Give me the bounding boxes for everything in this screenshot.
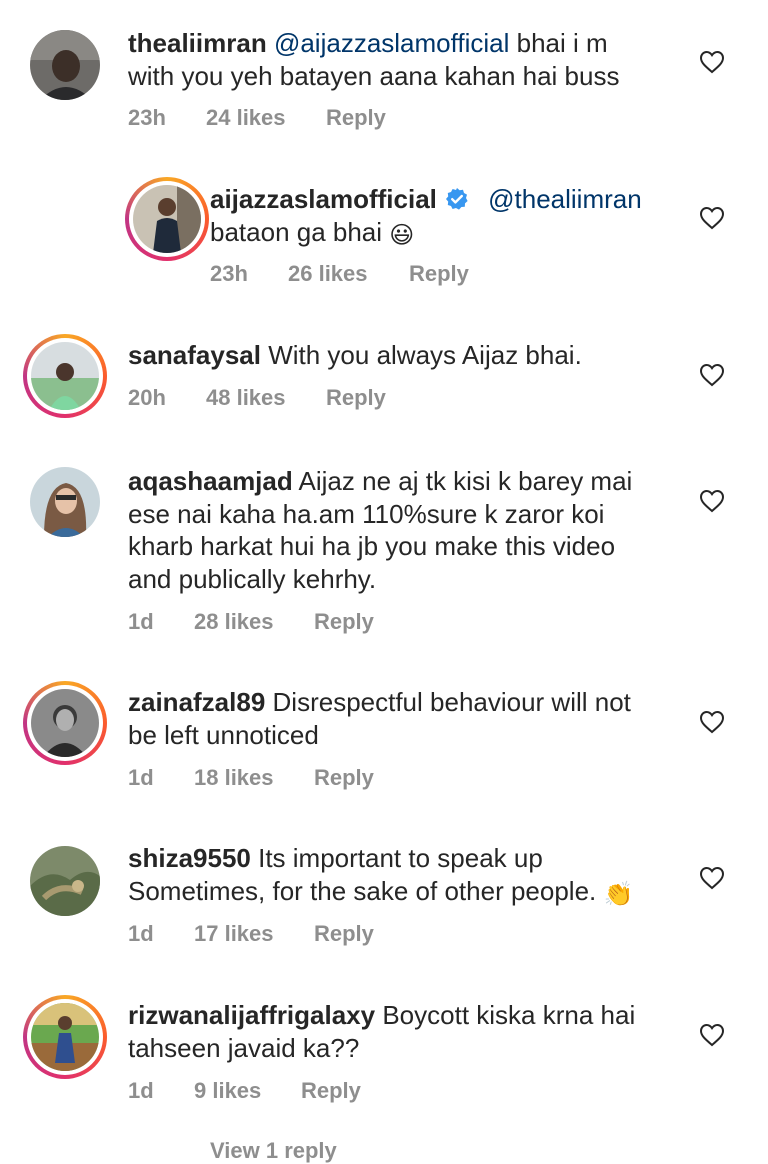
comment-meta: 20h 48 likes Reply <box>128 385 386 411</box>
comment-username[interactable]: rizwanalijaffrigalaxy <box>128 1000 375 1030</box>
comment-text: aijazzaslamofficial @thealiimran bataon … <box>210 183 690 252</box>
comment-time: 20h <box>128 385 166 410</box>
comment-meta: 1d 17 likes Reply <box>128 921 374 947</box>
smile-emoji-icon: 😃 <box>389 221 415 249</box>
reply-button[interactable]: Reply <box>314 609 374 635</box>
avatar[interactable] <box>125 177 209 261</box>
like-count[interactable]: 24 likes <box>206 105 326 131</box>
heart-icon[interactable] <box>699 50 725 74</box>
heart-icon[interactable] <box>699 710 725 734</box>
comment-time: 1d <box>128 609 154 634</box>
comment-body: be left unnoticed <box>128 719 319 750</box>
comment-body: kharb harkat hui ha jb you make this vid… <box>128 531 616 561</box>
comment-text: aqashaamjad Aijaz ne aj tk kisi k barey … <box>128 465 708 595</box>
comment-body: With you always Aijaz bhai. <box>260 340 582 370</box>
comment-body: bhai i m <box>509 28 608 58</box>
comment-meta: 1d 18 likes Reply <box>128 765 374 791</box>
comment-meta: 1d 9 likes Reply <box>128 1078 361 1104</box>
like-count[interactable]: 28 likes <box>194 609 314 635</box>
comment-text: rizwanalijaffrigalaxy Boycott kiska krna… <box>128 999 688 1064</box>
heart-icon[interactable] <box>699 363 725 387</box>
reply-button[interactable]: Reply <box>301 1078 361 1104</box>
like-count[interactable]: 18 likes <box>194 765 314 791</box>
comment-username[interactable]: aqashaamjad <box>128 466 293 496</box>
avatar[interactable] <box>23 681 107 765</box>
avatar[interactable] <box>30 467 100 537</box>
heart-icon[interactable] <box>699 206 725 230</box>
comment-meta: 23h 26 likes Reply <box>210 261 469 287</box>
comment-time: 23h <box>128 105 166 130</box>
like-count[interactable]: 26 likes <box>288 261 409 287</box>
reply-button[interactable]: Reply <box>326 105 386 131</box>
verified-badge-icon <box>445 186 469 210</box>
comment-body: Aijaz ne aj tk kisi k barey mai <box>292 466 633 496</box>
reply-button[interactable]: Reply <box>326 385 386 411</box>
comment-text: sanafaysal With you always Aijaz bhai. <box>128 339 688 372</box>
comment-username[interactable]: zainafzal89 <box>128 687 265 717</box>
reply-button[interactable]: Reply <box>314 921 374 947</box>
like-count[interactable]: 9 likes <box>194 1078 301 1104</box>
comment-body: Sometimes, for the sake of other people. <box>128 875 597 906</box>
comment-username[interactable]: aijazzaslamofficial <box>210 184 437 214</box>
comment-body: bataon ga bhai <box>210 216 383 247</box>
reply-button[interactable]: Reply <box>409 261 469 287</box>
comment-meta: 23h 24 likes Reply <box>128 105 386 131</box>
avatar[interactable] <box>30 30 100 100</box>
avatar[interactable] <box>23 995 107 1079</box>
comment-time: 1d <box>128 765 154 790</box>
view-replies-button[interactable]: View 1 reply <box>210 1138 337 1164</box>
comment-body: Its important to speak up <box>250 843 543 873</box>
comment-body: Disrespectful behaviour will not <box>265 687 631 717</box>
mention-link[interactable]: @thealiimran <box>488 184 642 214</box>
comment-username[interactable]: shiza9550 <box>128 843 251 873</box>
avatar[interactable] <box>23 334 107 418</box>
avatar[interactable] <box>30 846 100 916</box>
like-count[interactable]: 48 likes <box>206 385 326 411</box>
comment-text: thealiimran @aijazzaslamofficial bhai i … <box>128 27 688 92</box>
like-count[interactable]: 17 likes <box>194 921 314 947</box>
comment-time: 23h <box>210 261 248 286</box>
comment-text: zainafzal89 Disrespectful behaviour will… <box>128 686 688 751</box>
reply-button[interactable]: Reply <box>314 765 374 791</box>
comment-time: 1d <box>128 1078 154 1103</box>
mention-link[interactable]: @aijazzaslamofficial <box>274 28 509 58</box>
comment-username[interactable]: sanafaysal <box>128 340 261 370</box>
comment-body: and publically kehrhy. <box>128 563 377 594</box>
comment-time: 1d <box>128 921 154 946</box>
heart-icon[interactable] <box>699 1023 725 1047</box>
comment-body: Boycott kiska krna hai <box>375 1000 636 1030</box>
comment-text: shiza9550 Its important to speak up Some… <box>128 842 708 911</box>
comment-body: with you yeh batayen aana kahan hai buss <box>128 60 620 91</box>
clapping-hands-emoji-icon: 👏 <box>603 880 634 908</box>
heart-icon[interactable] <box>699 866 725 890</box>
heart-icon[interactable] <box>699 489 725 513</box>
comment-username[interactable]: thealiimran <box>128 28 267 58</box>
comment-body: tahseen javaid ka?? <box>128 1032 360 1063</box>
comment-body: ese nai kaha ha.am 110%sure k zaror koi <box>128 498 605 529</box>
comment-meta: 1d 28 likes Reply <box>128 609 374 635</box>
